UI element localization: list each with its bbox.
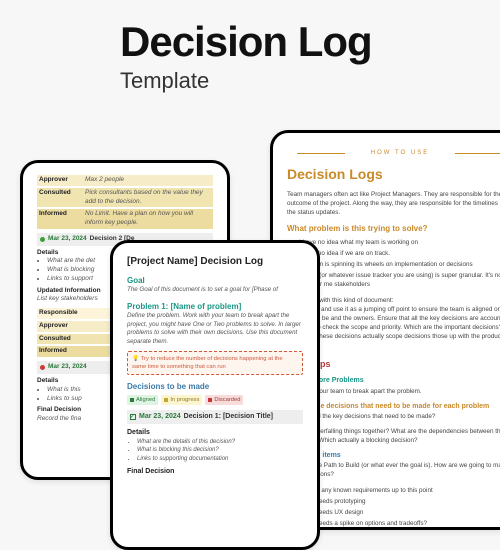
doc-title: [Project Name] Decision Log (127, 255, 303, 269)
raci-row-informed: Informed No Limit. Have a plan on how yo… (37, 209, 213, 229)
details-list: What are the details of this decision? W… (127, 438, 303, 463)
howto-label: HOW TO USE (287, 149, 500, 158)
goal-heading: Goal (127, 275, 303, 286)
lightbulb-icon: 💡 (132, 356, 139, 362)
square-icon (130, 398, 134, 402)
chip-aligned: Aligned (127, 395, 158, 405)
doc-title: Decision Logs (287, 164, 500, 184)
status-dot-icon (40, 365, 45, 370)
status-dot-icon (40, 237, 45, 242)
raci-row-approver: Approver Max 2 people (37, 175, 213, 186)
status-chips: Aligned In progress Discarded (127, 395, 303, 405)
raci-row-consulted: Consulted Pick consultants based on the … (37, 188, 213, 208)
final-decision-heading: Final Decision (127, 467, 303, 477)
section-heading: What problem is this trying to solve? (287, 223, 500, 235)
preview-doc-main: [Project Name] Decision Log Goal The Goa… (110, 240, 320, 550)
decision-row: Mar 23, 2024 Decision 1: [Decision Title… (127, 410, 303, 424)
chip-inprogress: In progress (161, 395, 202, 405)
square-icon (164, 398, 168, 402)
square-icon (208, 398, 212, 402)
page-subtitle: Template (120, 68, 372, 94)
intro-text: Team managers often act like Project Man… (287, 190, 500, 217)
decisions-heading: Decisions to be made (127, 381, 303, 392)
problem-heading: Problem 1: [Name of problem] (127, 301, 303, 312)
checkbox-icon (130, 414, 136, 420)
page-header: Decision Log Template (120, 18, 372, 94)
details-heading: Details (127, 428, 303, 438)
page-title: Decision Log (120, 18, 372, 66)
chip-discarded: Discarded (205, 395, 243, 405)
callout-box: 💡 Try to reduce the number of decisions … (127, 351, 303, 375)
